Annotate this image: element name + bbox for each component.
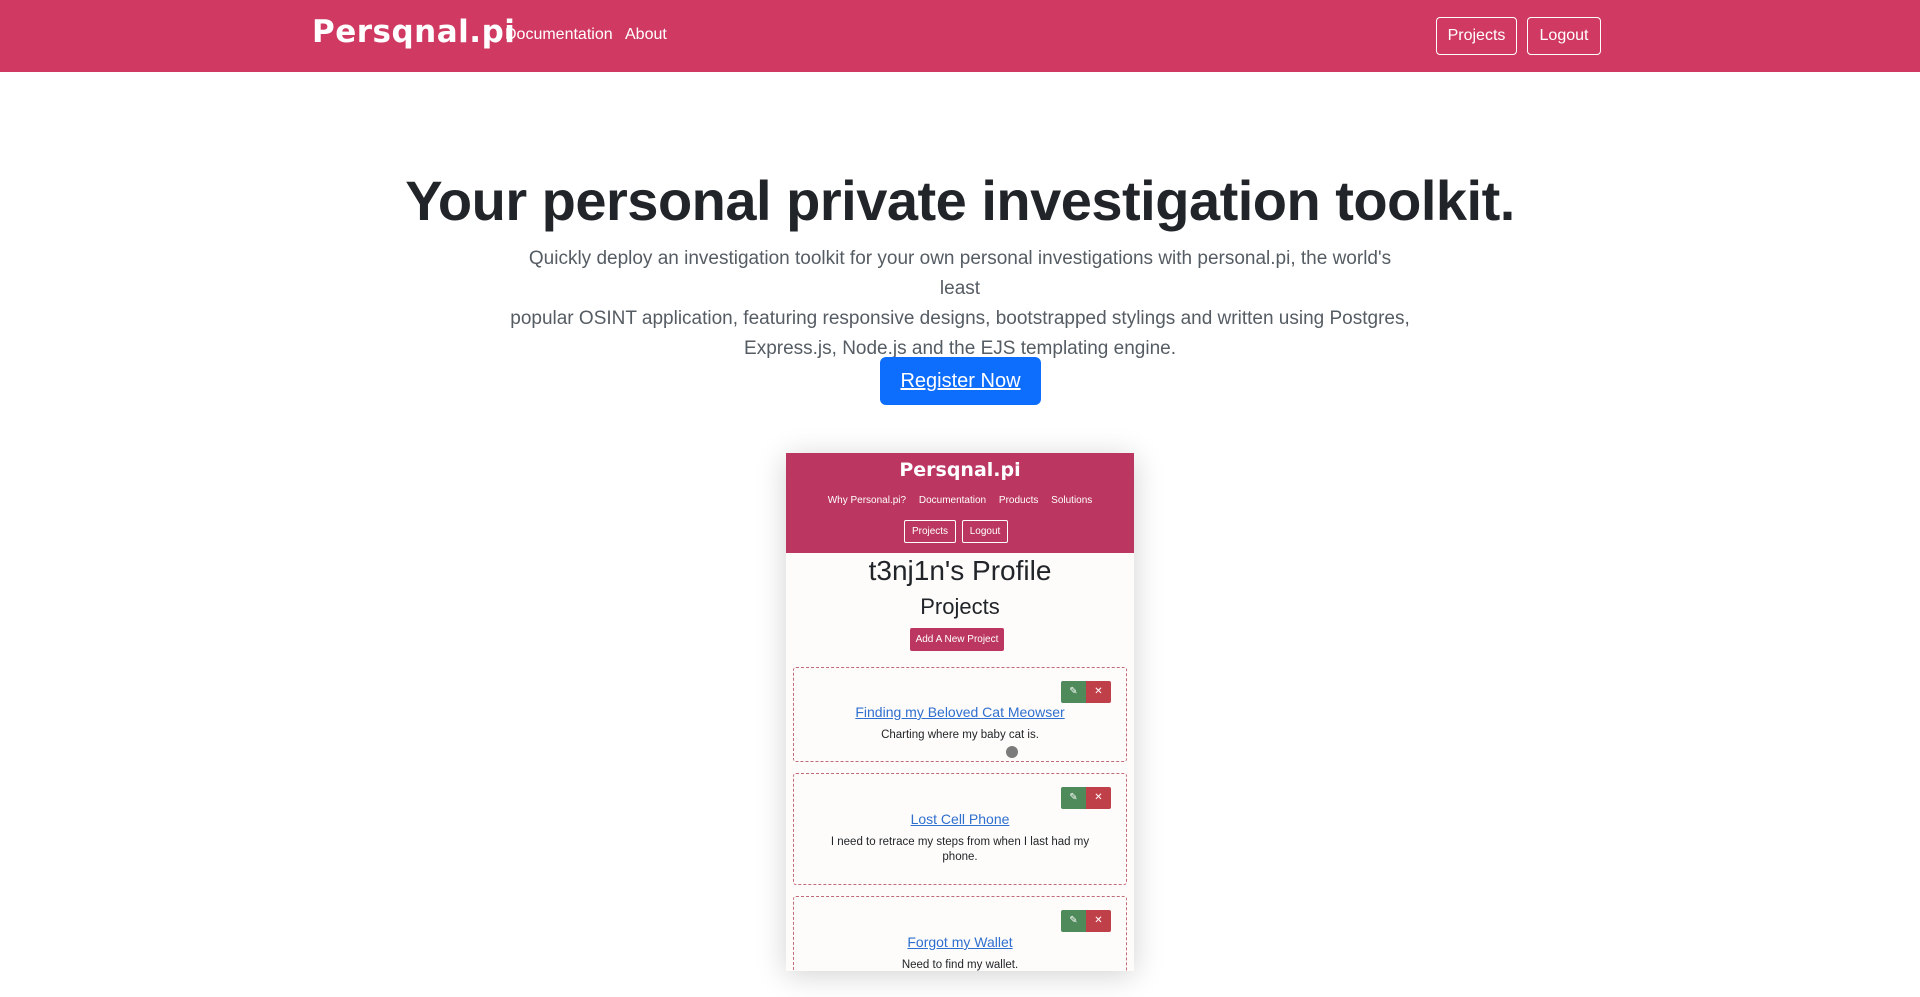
preview-projects-button: Projects (904, 520, 956, 543)
delete-icon: ✕ (1086, 910, 1111, 932)
edit-icon: ✎ (1061, 787, 1086, 809)
cursor-dot (1006, 746, 1018, 758)
logout-button[interactable]: Logout (1527, 17, 1601, 55)
preview-project-name: Finding my Beloved Cat Meowser (855, 704, 1065, 720)
top-navbar: Persqnal.pi Documentation About Projects… (0, 0, 1920, 72)
preview-project-description: Charting where my baby cat is. (881, 729, 1039, 741)
preview-project-card: ✎ ✕ Lost Cell Phone I need to retrace my… (793, 773, 1127, 885)
edit-icon: ✎ (1061, 681, 1086, 703)
preview-project-name: Lost Cell Phone (910, 811, 1010, 827)
brand-logo[interactable]: Persqnal.pi (312, 14, 515, 50)
preview-profile-title: t3nj1n's Profile (868, 555, 1052, 586)
preview-nav-links: Why Personal.pi? Documentation Products … (786, 495, 1134, 506)
preview-nav-link: Products (998, 495, 1039, 506)
preview-logout-button: Logout (962, 520, 1008, 543)
edit-icon: ✎ (1061, 910, 1086, 932)
app-preview-image: Persqnal.pi Why Personal.pi? Documentati… (786, 453, 1134, 971)
hero-title: Your personal private investigation tool… (405, 169, 1515, 232)
preview-nav-link: Why Personal.pi? (827, 495, 907, 506)
delete-icon: ✕ (1086, 681, 1111, 703)
preview-brand-logo: Persqnal.pi (899, 459, 1021, 481)
preview-project-name: Forgot my Wallet (907, 934, 1013, 950)
preview-navbar: Persqnal.pi Why Personal.pi? Documentati… (786, 453, 1134, 553)
nav-link-documentation[interactable]: Documentation (505, 26, 613, 44)
preview-projects-heading: Projects (920, 594, 1000, 619)
preview-project-description: I need to retrace my steps from when I l… (830, 836, 1090, 863)
preview-project-description: Need to find my wallet. (901, 959, 1019, 971)
hero-description-line: popular OSINT application, featuring res… (510, 308, 1410, 329)
preview-nav-link: Documentation (918, 495, 987, 506)
nav-link-about[interactable]: About (625, 26, 667, 44)
delete-icon: ✕ (1086, 787, 1111, 809)
register-now-button[interactable]: Register Now (880, 357, 1041, 405)
preview-project-card: ✎ ✕ Finding my Beloved Cat Meowser Chart… (793, 667, 1127, 762)
projects-button[interactable]: Projects (1436, 17, 1517, 55)
hero-description-line: Quickly deploy an investigation toolkit … (528, 248, 1392, 299)
preview-nav-link: Solutions (1051, 495, 1093, 506)
hero-description: Quickly deploy an investigation toolkit … (510, 244, 1410, 364)
preview-project-card: ✎ ✕ Forgot my Wallet Need to find my wal… (793, 896, 1127, 971)
preview-add-project-button: Add A New Project (910, 628, 1004, 651)
